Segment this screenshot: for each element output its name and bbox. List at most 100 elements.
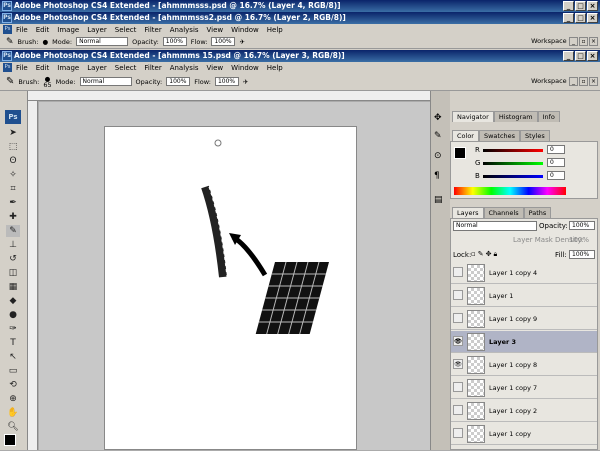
brush-preset-icon[interactable]: ●	[43, 38, 49, 46]
maximize-icon[interactable]: □	[575, 1, 586, 11]
menu-select[interactable]: Select	[115, 26, 137, 34]
eye-icon[interactable]: 👁︎	[453, 336, 463, 346]
dodge-tool-icon[interactable]: ●	[6, 309, 20, 321]
workspace-menu[interactable]: Workspace ▾	[531, 77, 572, 85]
document-canvas[interactable]	[104, 126, 357, 450]
menu-edit[interactable]: Edit	[36, 26, 50, 34]
navigator-icon[interactable]: ✥	[434, 113, 442, 123]
zoom-tool-icon[interactable]: 🔍︎	[6, 421, 20, 433]
airbrush-icon[interactable]: ✈	[239, 38, 244, 46]
maximize-icon[interactable]: □	[575, 51, 586, 61]
menu-file[interactable]: File	[16, 26, 28, 34]
doc-close-icon[interactable]: ×	[589, 37, 598, 46]
tab-info[interactable]: Info	[537, 111, 560, 122]
layer-row[interactable]: Layer 1	[451, 285, 597, 307]
blur-tool-icon[interactable]: ◆	[6, 295, 20, 307]
menu-analysis[interactable]: Analysis	[170, 64, 199, 72]
tab-swatches[interactable]: Swatches	[478, 130, 521, 141]
brush-tool-icon[interactable]: ✎	[6, 37, 14, 47]
close-icon[interactable]: ×	[587, 1, 598, 11]
layer-row[interactable]: Layer 1 copy 9	[451, 308, 597, 330]
doc-minimize-icon[interactable]: _	[569, 77, 578, 86]
lock-icons[interactable]: ▫✎✥🔒︎	[471, 250, 499, 259]
menu-help[interactable]: Help	[267, 64, 283, 72]
window-2-titlebar[interactable]: Ps Adobe Photoshop CS4 Extended - [ahmmm…	[0, 12, 600, 24]
close-icon[interactable]: ×	[587, 13, 598, 23]
clone-source-icon[interactable]: ⊙	[434, 151, 442, 161]
menu-select[interactable]: Select	[115, 64, 137, 72]
opacity-input[interactable]: 100%	[162, 37, 187, 46]
clone-stamp-icon[interactable]: ⊥	[6, 239, 20, 251]
b-slider[interactable]	[483, 175, 543, 178]
g-input[interactable]: 0	[547, 158, 565, 167]
layer-row[interactable]: Layer 1 copy 2	[451, 400, 597, 422]
notes-icon[interactable]: ▤	[434, 195, 443, 205]
crop-tool-icon[interactable]: ⌗	[6, 183, 20, 195]
layer-row-selected[interactable]: 👁︎ Layer 3	[451, 331, 597, 353]
brush-tool-icon[interactable]: ✎	[6, 225, 20, 237]
paragraph-icon[interactable]: ¶	[434, 171, 440, 181]
type-tool-icon[interactable]: T	[6, 337, 20, 349]
tab-color[interactable]: Color	[452, 130, 479, 141]
menu-window[interactable]: Window	[231, 64, 259, 72]
visibility-toggle-icon[interactable]	[453, 267, 463, 277]
tab-navigator[interactable]: Navigator	[452, 111, 494, 122]
menu-image[interactable]: Image	[57, 26, 79, 34]
mode-select[interactable]: Normal	[76, 37, 129, 46]
foreground-swatch[interactable]	[454, 147, 466, 159]
menu-view[interactable]: View	[207, 64, 224, 72]
maximize-icon[interactable]: □	[575, 13, 586, 23]
r-input[interactable]: 0	[547, 145, 565, 154]
r-slider[interactable]	[483, 149, 543, 152]
eye-icon[interactable]: 👁︎	[453, 359, 463, 369]
hand-tool-icon[interactable]: ✋	[6, 407, 20, 419]
visibility-toggle-icon[interactable]	[453, 290, 463, 300]
layer-row[interactable]: Layer 1 copy 7	[451, 377, 597, 399]
minimize-icon[interactable]: _	[563, 51, 574, 61]
marquee-tool-icon[interactable]: ⬚	[6, 141, 20, 153]
menu-layer[interactable]: Layer	[87, 26, 107, 34]
menu-analysis[interactable]: Analysis	[170, 26, 199, 34]
close-icon[interactable]: ×	[587, 51, 598, 61]
window-1-titlebar[interactable]: Ps Adobe Photoshop CS4 Extended - [ahmmm…	[0, 0, 600, 12]
visibility-toggle-icon[interactable]	[453, 405, 463, 415]
flow-input[interactable]: 100%	[214, 77, 239, 86]
brush-preset[interactable]: ● 65	[43, 75, 51, 88]
visibility-toggle-icon[interactable]	[453, 428, 463, 438]
brush-tool-icon[interactable]: ✎	[6, 76, 14, 87]
doc-restore-icon[interactable]: ▫	[579, 77, 588, 86]
eraser-tool-icon[interactable]: ◫	[6, 267, 20, 279]
menu-layer[interactable]: Layer	[87, 64, 107, 72]
menu-edit[interactable]: Edit	[36, 64, 50, 72]
foreground-color-swatch[interactable]	[4, 434, 16, 446]
minimize-icon[interactable]: _	[563, 1, 574, 11]
visibility-toggle-icon[interactable]	[453, 382, 463, 392]
flow-input[interactable]: 100%	[211, 37, 236, 46]
healing-brush-icon[interactable]: ✚	[6, 211, 20, 223]
tab-styles[interactable]: Styles	[520, 130, 550, 141]
gradient-tool-icon[interactable]: ▦	[6, 281, 20, 293]
tab-channels[interactable]: Channels	[483, 207, 524, 218]
history-brush-icon[interactable]: ↺	[6, 253, 20, 265]
color-spectrum[interactable]	[454, 187, 566, 195]
tab-histogram[interactable]: Histogram	[493, 111, 538, 122]
menu-image[interactable]: Image	[57, 64, 79, 72]
doc-restore-icon[interactable]: ▫	[579, 37, 588, 46]
menu-filter[interactable]: Filter	[144, 64, 161, 72]
doc-minimize-icon[interactable]: _	[569, 37, 578, 46]
workspace-menu[interactable]: Workspace ▾	[531, 37, 572, 45]
tab-layers[interactable]: Layers	[452, 207, 484, 218]
blend-mode-select[interactable]: Normal	[453, 221, 537, 231]
eyedropper-tool-icon[interactable]: ✒	[6, 197, 20, 209]
pen-tool-icon[interactable]: ✑	[6, 323, 20, 335]
doc-close-icon[interactable]: ×	[589, 77, 598, 86]
path-selection-icon[interactable]: ↖	[6, 351, 20, 363]
move-tool-icon[interactable]: ➤	[6, 127, 20, 139]
tab-paths[interactable]: Paths	[523, 207, 552, 218]
layer-row[interactable]: Layer 1 copy 4	[451, 262, 597, 284]
menu-file[interactable]: File	[16, 64, 28, 72]
layer-row[interactable]: 👁︎ Layer 1 copy 8	[451, 354, 597, 376]
menu-view[interactable]: View	[207, 26, 224, 34]
minimize-icon[interactable]: _	[563, 13, 574, 23]
menu-help[interactable]: Help	[267, 26, 283, 34]
